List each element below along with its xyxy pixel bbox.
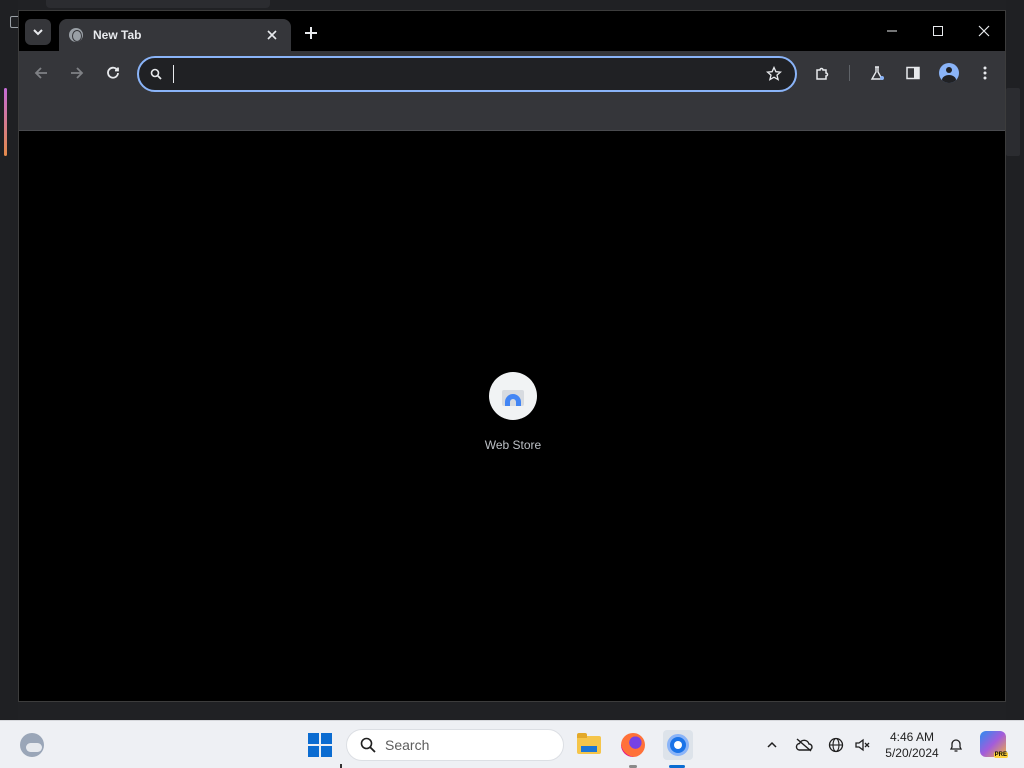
- side-panel-button[interactable]: [901, 61, 925, 85]
- extensions-button[interactable]: [811, 61, 835, 85]
- search-icon: [149, 67, 163, 81]
- speaker-muted-icon: [855, 738, 870, 752]
- notifications-button[interactable]: [946, 735, 966, 755]
- bell-icon: [949, 739, 963, 752]
- reload-button[interactable]: [101, 61, 125, 85]
- firefox-button[interactable]: [619, 731, 647, 759]
- web-store-icon: [502, 386, 524, 406]
- shortcut-web-store[interactable]: Web Store: [463, 372, 563, 452]
- onedrive-button[interactable]: [794, 735, 814, 755]
- globe-icon: [69, 28, 83, 42]
- reload-icon: [107, 66, 119, 79]
- bookmark-star-button[interactable]: [763, 63, 785, 85]
- chevron-up-icon: [767, 741, 777, 748]
- menu-button[interactable]: [973, 61, 997, 85]
- bookmarks-bar: [19, 95, 1005, 131]
- maximize-icon: [933, 26, 943, 36]
- profile-button[interactable]: [937, 61, 961, 85]
- copilot-icon[interactable]: [980, 731, 1008, 758]
- arrow-right-icon: [71, 67, 84, 79]
- start-button[interactable]: [308, 733, 332, 757]
- windows-logo-icon: [308, 733, 319, 744]
- chevron-down-icon: [33, 29, 43, 36]
- show-hidden-icons-button[interactable]: [762, 735, 782, 755]
- desktop-accent-strip: [4, 88, 7, 156]
- tab-title: New Tab: [93, 28, 142, 42]
- shortcut-label: Web Store: [484, 438, 542, 452]
- browser-toolbar: [19, 51, 1005, 95]
- taskbar: Search 4:46 AM 5/20/2024: [0, 720, 1024, 768]
- chrome-button[interactable]: [663, 730, 693, 760]
- taskbar-search-box[interactable]: Search: [346, 729, 564, 761]
- desktop-left-edge: [0, 0, 18, 720]
- folder-icon: [577, 733, 601, 754]
- address-input[interactable]: [173, 65, 763, 83]
- close-window-button[interactable]: [969, 19, 999, 43]
- volume-button[interactable]: [852, 735, 872, 755]
- firefox-icon: [621, 733, 645, 757]
- search-icon: [359, 736, 377, 754]
- maximize-button[interactable]: [923, 19, 953, 43]
- clock-time: 4:46 AM: [889, 730, 935, 744]
- avatar-icon: [939, 63, 959, 83]
- cloud-offline-icon: [795, 738, 813, 752]
- weather-widget-icon[interactable]: [20, 733, 44, 757]
- chrome-labs-button[interactable]: [865, 61, 889, 85]
- desktop-right-panel: [1006, 88, 1020, 156]
- tab-close-button[interactable]: [263, 26, 281, 44]
- puzzle-icon: [816, 67, 829, 80]
- globe-icon: [828, 737, 844, 753]
- close-icon: [267, 30, 277, 40]
- back-button[interactable]: [29, 61, 53, 85]
- taskbar-search-label: Search: [385, 737, 430, 753]
- tab-new-tab[interactable]: New Tab: [59, 19, 291, 51]
- forward-button[interactable]: [65, 61, 89, 85]
- minimize-icon: [887, 30, 897, 32]
- tab-search-button[interactable]: [25, 19, 51, 45]
- toolbar-divider: [849, 65, 850, 81]
- new-tab-page: Web Store: [19, 132, 1005, 701]
- close-icon: [978, 25, 990, 37]
- minimize-button[interactable]: [877, 19, 907, 43]
- plus-icon: [305, 27, 317, 39]
- desktop-background-window: [46, 0, 270, 8]
- network-button[interactable]: [826, 735, 846, 755]
- clock-date: 5/20/2024: [885, 746, 939, 760]
- shortcut-tile: [489, 372, 537, 420]
- mouse-cursor: [340, 764, 342, 768]
- chrome-icon: [667, 734, 689, 756]
- browser-window: New Tab Web Store: [18, 10, 1006, 702]
- file-explorer-button[interactable]: [575, 731, 603, 759]
- address-bar[interactable]: [137, 56, 797, 92]
- star-icon: [766, 66, 782, 81]
- side-panel-icon: [906, 66, 920, 80]
- clock[interactable]: 4:46 AM 5/20/2024: [876, 729, 948, 761]
- flask-icon: [870, 66, 884, 80]
- tab-strip: New Tab: [19, 11, 1005, 51]
- more-vertical-icon: [983, 66, 987, 80]
- new-tab-button[interactable]: [299, 21, 323, 45]
- arrow-left-icon: [34, 67, 47, 79]
